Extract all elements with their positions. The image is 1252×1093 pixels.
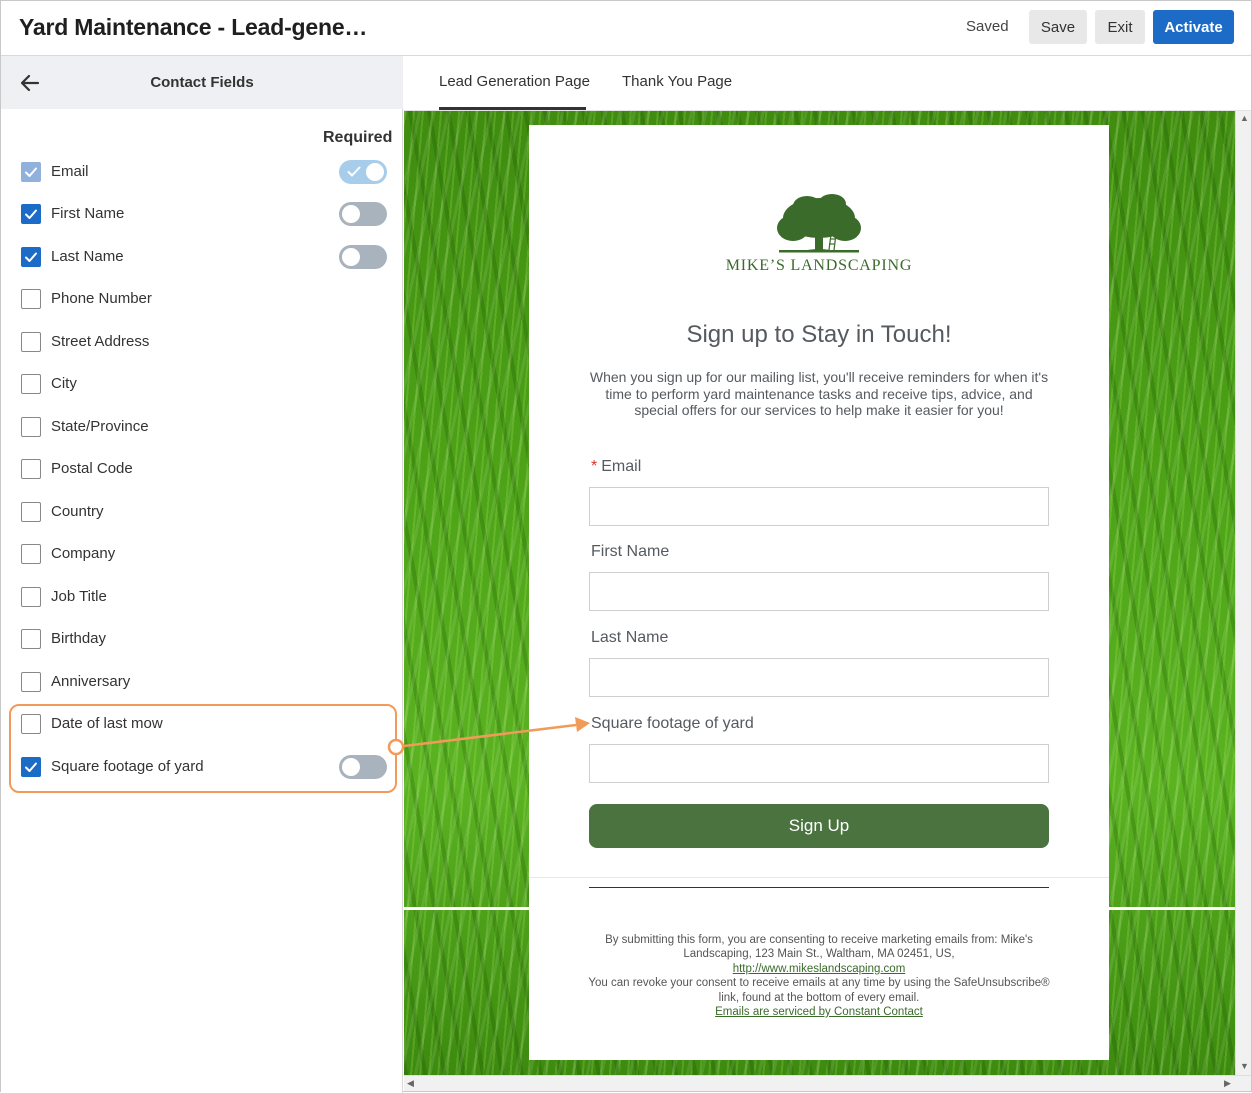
- field-label: Anniversary: [51, 673, 131, 690]
- first-name-input[interactable]: [589, 572, 1049, 611]
- field-label: State/Province: [51, 418, 149, 435]
- field-label: Postal Code: [51, 460, 133, 477]
- field-label: Last Name: [51, 248, 124, 265]
- field-label: First Name: [51, 205, 125, 222]
- save-button[interactable]: Save: [1029, 10, 1087, 44]
- field-checkbox[interactable]: [21, 332, 41, 352]
- field-label: Street Address: [51, 333, 150, 350]
- field-row-first-name: First Name: [1, 197, 401, 231]
- top-bar: Yard Maintenance - Lead-gene… Saved Save…: [1, 1, 1251, 56]
- field-checkbox[interactable]: [21, 544, 41, 564]
- field-checkbox[interactable]: [21, 629, 41, 649]
- exit-button[interactable]: Exit: [1095, 10, 1145, 44]
- horizontal-scrollbar[interactable]: ◀ ▶: [404, 1075, 1251, 1091]
- last-name-field-label: Last Name: [591, 629, 669, 646]
- field-checkbox[interactable]: [21, 289, 41, 309]
- square-footage-input[interactable]: [589, 744, 1049, 783]
- field-checkbox[interactable]: [21, 502, 41, 522]
- field-row-last-name: Last Name: [1, 240, 401, 274]
- consent-line-2: You can revoke your consent to receive e…: [588, 977, 1050, 1004]
- required-toggle[interactable]: [339, 202, 387, 226]
- scroll-up-icon[interactable]: ▲: [1240, 113, 1249, 123]
- brand-logo-text: MIKE’S LANDSCAPING: [725, 257, 913, 274]
- signup-form-card: MIKE’S LANDSCAPING Sign up to Stay in To…: [529, 125, 1109, 1060]
- field-row-postal-code: Postal Code: [1, 452, 401, 486]
- field-checkbox[interactable]: [21, 459, 41, 479]
- sign-up-button[interactable]: Sign Up: [589, 804, 1049, 848]
- save-status: Saved: [966, 18, 1009, 35]
- field-label: City: [51, 375, 77, 392]
- scroll-down-icon[interactable]: ▼: [1240, 1061, 1249, 1071]
- check-icon: [25, 209, 37, 219]
- vertical-scrollbar[interactable]: ▲ ▼: [1235, 111, 1251, 1075]
- required-column-header: Required: [323, 129, 393, 146]
- website-link[interactable]: http://www.mikeslandscaping.com: [733, 963, 906, 975]
- field-checkbox: [21, 162, 41, 182]
- field-label: Country: [51, 503, 104, 520]
- field-row-state-province: State/Province: [1, 410, 401, 444]
- field-row-city: City: [1, 367, 401, 401]
- app-window: Yard Maintenance - Lead-gene… Saved Save…: [0, 0, 1252, 1093]
- field-label: Job Title: [51, 588, 107, 605]
- panel-header: Contact Fields: [1, 56, 403, 109]
- field-label: Phone Number: [51, 290, 152, 307]
- campaign-title: Yard Maintenance - Lead-gene…: [19, 14, 368, 40]
- check-icon: [347, 166, 361, 177]
- form-heading: Sign up to Stay in Touch!: [686, 321, 952, 348]
- required-marker: *: [591, 458, 598, 475]
- email-input[interactable]: [589, 487, 1049, 526]
- field-row-country: Country: [1, 495, 401, 529]
- toggle-knob: [342, 205, 360, 223]
- scroll-left-icon[interactable]: ◀: [407, 1078, 414, 1089]
- field-row-birthday: Birthday: [1, 622, 401, 656]
- check-icon: [25, 167, 37, 177]
- field-checkbox[interactable]: [21, 204, 41, 224]
- callout-highlight: [9, 704, 397, 793]
- required-toggle: [339, 160, 387, 184]
- field-checkbox[interactable]: [21, 374, 41, 394]
- tab-lead-generation-page[interactable]: Lead Generation Page: [439, 73, 590, 90]
- consent-text: By submitting this form, you are consent…: [584, 933, 1054, 1019]
- active-tab-indicator: [439, 107, 586, 110]
- scroll-right-icon[interactable]: ▶: [1224, 1078, 1231, 1089]
- square-footage-field-label: Square footage of yard: [591, 715, 754, 732]
- last-name-input[interactable]: [589, 658, 1049, 697]
- card-divider: [529, 877, 1109, 878]
- field-label: Email: [51, 163, 89, 180]
- email-field-label: * Email: [591, 458, 642, 475]
- consent-line-1: By submitting this form, you are consent…: [605, 934, 1033, 961]
- field-row-email: Email: [1, 155, 401, 189]
- check-icon: [25, 252, 37, 262]
- field-row-phone-number: Phone Number: [1, 282, 401, 316]
- contact-fields-panel: Contact Fields Required Email First Name L…: [1, 56, 403, 1093]
- field-checkbox[interactable]: [21, 417, 41, 437]
- field-label: Company: [51, 545, 116, 562]
- first-name-field-label: First Name: [591, 543, 670, 560]
- field-row-anniversary: Anniversary: [1, 665, 401, 699]
- required-toggle[interactable]: [339, 245, 387, 269]
- footer-divider: [589, 887, 1049, 888]
- constant-contact-link[interactable]: Emails are serviced by Constant Contact: [715, 1006, 923, 1018]
- toggle-knob: [366, 163, 384, 181]
- field-row-job-title: Job Title: [1, 580, 401, 614]
- form-intro-text: When you sign up for our mailing list, y…: [589, 369, 1049, 418]
- tab-thank-you-page[interactable]: Thank You Page: [622, 73, 732, 90]
- page-tabs: Lead Generation Page Thank You Page: [404, 56, 1251, 111]
- toggle-knob: [342, 248, 360, 266]
- activate-button[interactable]: Activate: [1153, 10, 1234, 44]
- field-row-company: Company: [1, 537, 401, 571]
- field-checkbox[interactable]: [21, 587, 41, 607]
- panel-title: Contact Fields: [150, 74, 254, 91]
- field-label: Birthday: [51, 630, 107, 647]
- field-checkbox[interactable]: [21, 247, 41, 267]
- field-checkbox[interactable]: [21, 672, 41, 692]
- field-row-street-address: Street Address: [1, 325, 401, 359]
